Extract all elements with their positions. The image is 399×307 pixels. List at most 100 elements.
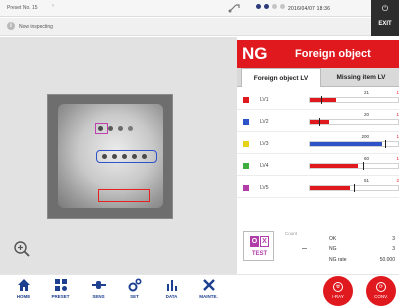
level-color-swatch bbox=[243, 141, 249, 147]
result-banner: NG Foreign object bbox=[237, 40, 399, 68]
power-icon: ⏻ bbox=[381, 4, 389, 13]
level-color-swatch bbox=[243, 163, 249, 169]
settings-icon bbox=[128, 278, 142, 292]
nav-label: DATA bbox=[165, 294, 178, 299]
status-indicator-dots bbox=[256, 4, 285, 9]
level-list: LV1 21 1 LV2 20 1 LV3 200 1 LV4 60 1 LV5… bbox=[237, 88, 399, 200]
level-bar bbox=[309, 162, 399, 170]
level-color-swatch bbox=[243, 119, 249, 125]
inspection-status-text: Now inspecting bbox=[19, 24, 53, 30]
level-bar-fill bbox=[310, 186, 350, 190]
level-value: 20 bbox=[363, 112, 369, 117]
status-dot bbox=[264, 4, 269, 9]
preset-dropdown-icon[interactable]: › bbox=[52, 3, 54, 9]
nav-home[interactable]: HOME bbox=[7, 277, 40, 307]
preset-number[interactable]: Preset No. 15 bbox=[7, 5, 38, 11]
count-row: — NG 3 bbox=[285, 246, 399, 255]
detection-box-lv5 bbox=[95, 123, 108, 134]
level-color-swatch bbox=[243, 97, 249, 103]
level-value: 60 bbox=[363, 156, 369, 161]
count-panel: Count OK 3 — NG 3 NG rate 50.000 bbox=[285, 230, 399, 268]
level-threshold-marker bbox=[320, 96, 322, 104]
count-row: OK 3 bbox=[285, 236, 399, 245]
level-name: LV2 bbox=[260, 119, 269, 125]
detection-box-lv1 bbox=[98, 189, 150, 202]
nav-set[interactable]: SET bbox=[118, 277, 151, 307]
level-threshold-marker bbox=[384, 140, 386, 148]
level-value: 200 bbox=[361, 134, 369, 139]
count-row: NG rate 50.000 bbox=[285, 257, 399, 266]
level-value: 51 bbox=[363, 178, 369, 183]
nav-sens[interactable]: SENS bbox=[82, 277, 115, 307]
level-bar bbox=[309, 184, 399, 192]
exit-label: EXIT bbox=[378, 21, 392, 27]
conveyor-icon: ⟳ bbox=[376, 282, 386, 292]
nav-label: SET bbox=[130, 294, 139, 299]
ok-ng-icon: O X bbox=[250, 236, 269, 247]
nav-data[interactable]: DATA bbox=[155, 277, 188, 307]
conveyor-label: CONV. bbox=[374, 294, 388, 299]
nav-label: MAINTE. bbox=[199, 294, 218, 299]
status-dot bbox=[280, 4, 285, 9]
count-value: 50.000 bbox=[379, 257, 395, 263]
level-name: LV1 bbox=[260, 97, 269, 103]
chart-icon bbox=[166, 280, 177, 291]
result-code: NG bbox=[242, 44, 268, 63]
ray-icon: ☢ bbox=[333, 282, 343, 292]
sensitivity-icon bbox=[91, 281, 106, 289]
top-status-bar: Preset No. 15 › 2016/04/07 18:36 bbox=[0, 0, 399, 17]
preset-icon bbox=[54, 279, 67, 291]
usb-icon bbox=[228, 4, 240, 13]
zoom-in-icon[interactable] bbox=[13, 240, 31, 258]
tab-foreign-object-lv[interactable]: Foreign object LV bbox=[241, 68, 321, 87]
count-value: 3 bbox=[392, 246, 395, 252]
nav-mainte[interactable]: MAINTE. bbox=[192, 277, 225, 307]
detection-box-lv2 bbox=[96, 150, 157, 163]
level-row[interactable]: LV3 200 1 bbox=[237, 132, 399, 154]
test-label: TEST bbox=[251, 251, 268, 257]
count-value: 3 bbox=[392, 236, 395, 242]
xray-button[interactable]: ☢ I-RAY bbox=[323, 276, 353, 306]
conveyor-button[interactable]: ⟳ CONV. bbox=[366, 276, 396, 306]
level-bar-fill bbox=[310, 164, 359, 168]
info-icon: i bbox=[7, 22, 15, 30]
count-name: NG bbox=[329, 246, 337, 252]
level-threshold-marker bbox=[354, 184, 355, 192]
nav-label: SENS bbox=[92, 294, 105, 299]
home-icon bbox=[17, 279, 30, 291]
xray-label: I-RAY bbox=[332, 294, 344, 299]
level-row[interactable]: LV2 20 1 bbox=[237, 110, 399, 132]
inspection-status-row: i Now inspecting bbox=[0, 18, 371, 36]
level-tabs: Foreign object LV Missing item LV bbox=[237, 68, 399, 87]
object-marker bbox=[118, 126, 123, 131]
exit-button[interactable]: ⏻ EXIT bbox=[371, 0, 399, 36]
object-marker bbox=[128, 126, 133, 131]
level-bar bbox=[309, 140, 399, 148]
status-dot bbox=[272, 4, 277, 9]
level-bar bbox=[309, 96, 399, 104]
object-marker bbox=[108, 126, 113, 131]
level-bar bbox=[309, 118, 399, 126]
datetime: 2016/04/07 18:36 bbox=[288, 6, 331, 12]
level-threshold-marker bbox=[318, 118, 320, 126]
ok-glyph: O bbox=[250, 236, 259, 247]
level-color-swatch bbox=[243, 185, 249, 191]
level-name: LV4 bbox=[260, 163, 269, 169]
nav-label: PRESET bbox=[51, 294, 70, 299]
nav-label: HOME bbox=[16, 294, 31, 299]
count-name: OK bbox=[329, 236, 337, 242]
level-row[interactable]: LV4 60 1 bbox=[237, 154, 399, 176]
level-bar-fill bbox=[310, 142, 383, 146]
level-row[interactable]: LV1 21 1 bbox=[237, 88, 399, 110]
reset-count-icon[interactable]: — bbox=[302, 246, 307, 252]
level-value: 21 bbox=[363, 90, 369, 95]
status-dot bbox=[256, 4, 261, 9]
nav-preset[interactable]: PRESET bbox=[44, 277, 77, 307]
level-name: LV3 bbox=[260, 141, 269, 147]
level-row[interactable]: LV5 51 2 bbox=[237, 176, 399, 198]
maintenance-icon bbox=[202, 279, 215, 291]
level-bar-fill bbox=[310, 98, 337, 102]
count-name: NG rate bbox=[329, 257, 347, 263]
test-button[interactable]: O X TEST bbox=[243, 231, 274, 261]
tab-missing-item-lv[interactable]: Missing item LV bbox=[323, 68, 399, 87]
